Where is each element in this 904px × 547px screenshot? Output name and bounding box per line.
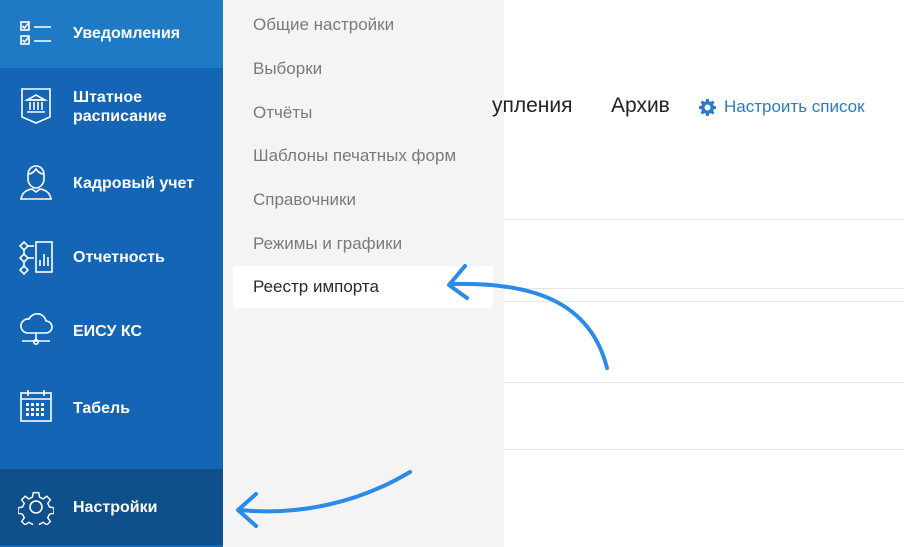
submenu-item-directories[interactable]: Справочники: [253, 190, 356, 210]
divider: [504, 301, 904, 302]
sidebar-item-label: Настройки: [73, 499, 158, 516]
submenu-item-selections[interactable]: Выборки: [253, 59, 322, 79]
sidebar-item-staff-schedule[interactable]: Штатное расписание: [0, 68, 223, 144]
sidebar-item-label: Кадровый учет: [73, 175, 195, 192]
divider: [504, 449, 904, 450]
sidebar-item-label-2: расписание: [73, 108, 167, 125]
divider: [504, 219, 904, 220]
configure-list-label: Настроить список: [724, 97, 865, 116]
sidebar: Уведомления Штатное расписание Кадровый: [0, 0, 223, 547]
divider: [504, 382, 904, 383]
submenu-item-print-templates[interactable]: Шаблоны печатных форм: [253, 146, 456, 166]
submenu-item-modes-schedules[interactable]: Режимы и графики: [253, 234, 402, 254]
institution-icon: [18, 88, 54, 124]
gear-icon: [18, 489, 54, 525]
sidebar-item-settings[interactable]: Настройки: [0, 469, 223, 545]
submenu-item-general[interactable]: Общие настройки: [253, 15, 394, 35]
sidebar-item-timesheet[interactable]: Табель: [0, 368, 223, 448]
checklist-icon: [18, 16, 54, 52]
cloud-network-icon: [18, 312, 54, 348]
sidebar-item-eisu[interactable]: ЕИСУ КС: [0, 294, 223, 368]
sidebar-item-hr[interactable]: Кадровый учет: [0, 144, 223, 220]
divider: [504, 288, 904, 289]
sidebar-item-label: Штатное: [73, 89, 142, 106]
settings-submenu: Общие настройки Выборки Отчёты Шаблоны п…: [223, 0, 504, 547]
sidebar-item-label: ЕИСУ КС: [73, 323, 143, 340]
sidebar-item-label: Уведомления: [73, 25, 181, 42]
sidebar-item-notifications[interactable]: Уведомления: [0, 0, 223, 68]
report-icon: [18, 239, 54, 276]
calendar-icon: [18, 388, 54, 424]
submenu-item-reports[interactable]: Отчёты: [253, 103, 312, 123]
configure-list-button[interactable]: Настроить список: [699, 97, 865, 117]
tab-archive[interactable]: Архив: [611, 94, 670, 118]
sidebar-item-label: Отчетность: [73, 249, 165, 266]
gear-icon: [699, 98, 716, 116]
sidebar-item-label: Табель: [73, 400, 131, 417]
submenu-item-import-registry[interactable]: Реестр импорта: [233, 266, 493, 308]
tab-receipts[interactable]: упления: [492, 94, 573, 118]
person-icon: [18, 164, 54, 200]
sidebar-item-reporting[interactable]: Отчетность: [0, 220, 223, 294]
